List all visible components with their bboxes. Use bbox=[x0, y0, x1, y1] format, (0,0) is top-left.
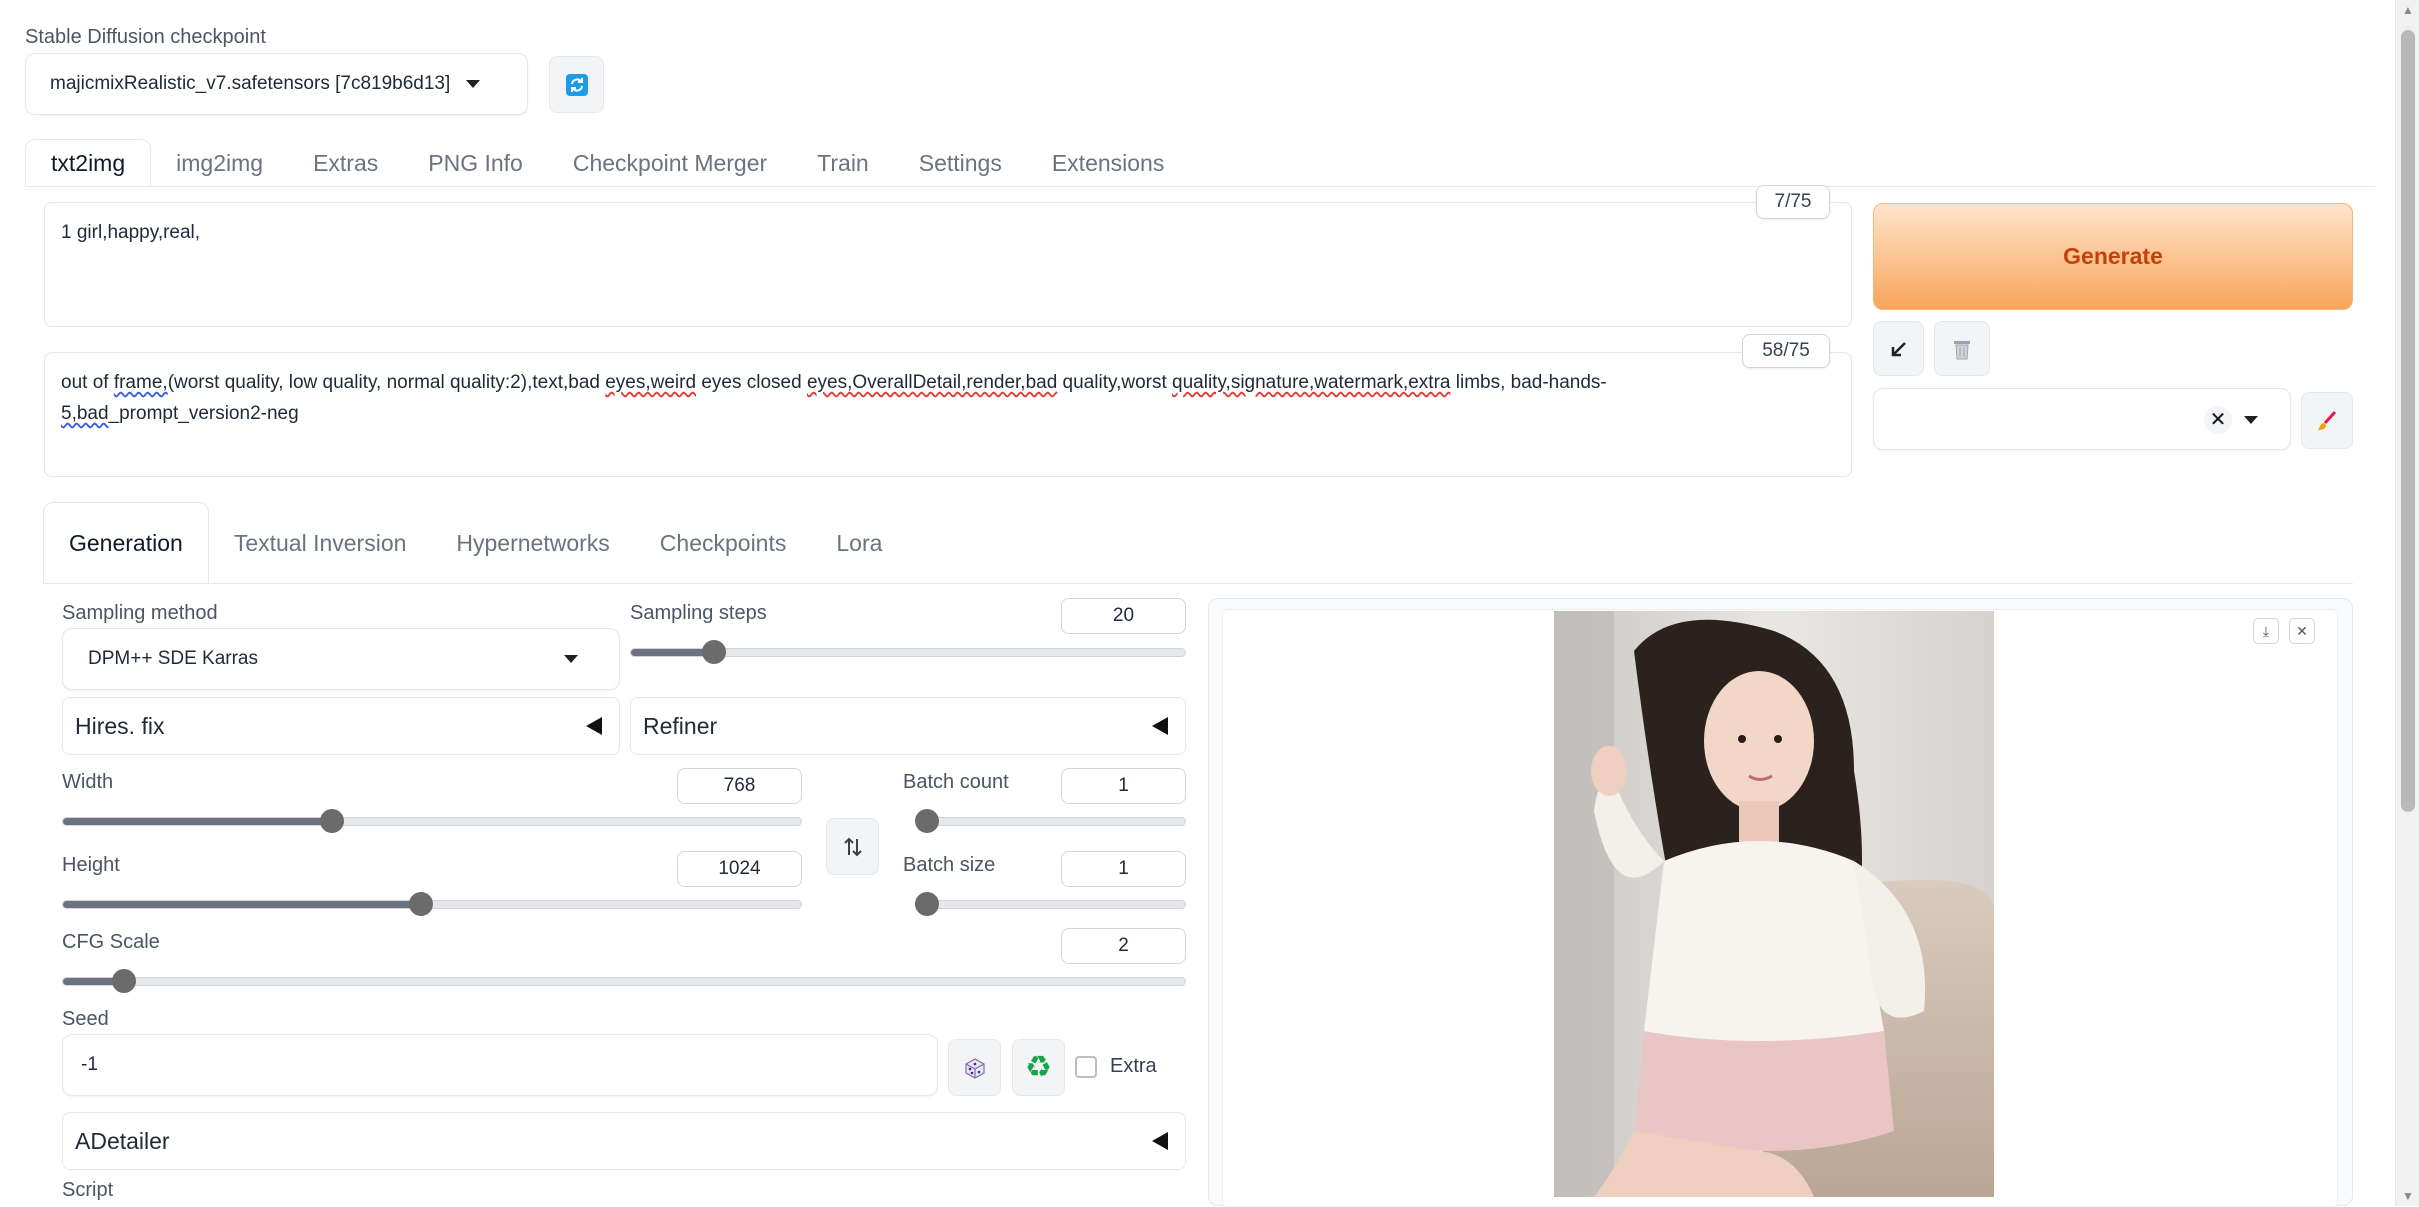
close-icon: ✕ bbox=[2296, 622, 2308, 639]
swap-dimensions-icon bbox=[843, 837, 862, 856]
sampling-steps-slider[interactable] bbox=[630, 637, 1186, 667]
sampling-steps-input[interactable]: 20 bbox=[1061, 598, 1186, 634]
negative-prompt-text: out of frame,(worst quality, low quality… bbox=[61, 372, 1607, 424]
adetailer-accordion[interactable]: ADetailer bbox=[62, 1112, 1186, 1170]
width-label: Width bbox=[62, 771, 114, 793]
clear-styles-icon[interactable]: ✕ bbox=[2204, 406, 2232, 434]
generate-button[interactable]: Generate bbox=[1873, 203, 2353, 310]
read-params-button[interactable] bbox=[1873, 321, 1924, 376]
read-params-icon bbox=[1891, 341, 1906, 356]
subtab-textual-inversion[interactable]: Textual Inversion bbox=[209, 502, 432, 584]
swap-dimensions-button[interactable] bbox=[826, 818, 879, 875]
cfg-scale-label: CFG Scale bbox=[62, 931, 160, 953]
extra-seed-label: Extra bbox=[1110, 1055, 1157, 1077]
slider-thumb[interactable] bbox=[701, 640, 726, 664]
generated-image[interactable] bbox=[1554, 611, 1994, 1197]
trash-icon bbox=[1954, 340, 1970, 359]
reuse-seed-button[interactable]: ♻ bbox=[1012, 1039, 1065, 1096]
batch-size-label: Batch size bbox=[903, 854, 996, 876]
prompt-token-counter: 7/75 bbox=[1756, 185, 1830, 219]
output-gallery: ⤓ ✕ bbox=[1208, 598, 2353, 1207]
refresh-icon bbox=[565, 73, 588, 96]
width-slider[interactable] bbox=[62, 806, 802, 836]
hires-fix-label: Hires. fix bbox=[75, 712, 165, 739]
tab-divider bbox=[25, 186, 2375, 187]
seed-label: Seed bbox=[62, 1008, 109, 1030]
checkpoint-value: majicmixRealistic_v7.safetensors [7c819b… bbox=[50, 73, 451, 94]
cfg-scale-slider[interactable] bbox=[62, 966, 1186, 996]
refresh-checkpoint-button[interactable] bbox=[549, 56, 604, 113]
slider-thumb[interactable] bbox=[409, 892, 434, 916]
subtab-generation[interactable]: Generation bbox=[43, 502, 209, 584]
sampling-method-value: DPM++ SDE Karras bbox=[88, 648, 258, 669]
download-image-button[interactable]: ⤓ bbox=[2253, 618, 2279, 644]
slider-thumb[interactable] bbox=[111, 969, 136, 993]
slider-thumb[interactable] bbox=[915, 809, 939, 833]
close-image-button[interactable]: ✕ bbox=[2289, 618, 2315, 644]
slider-thumb[interactable] bbox=[319, 809, 344, 833]
script-label: Script bbox=[62, 1179, 114, 1201]
height-input[interactable]: 1024 bbox=[677, 851, 802, 887]
chevron-down-icon bbox=[2244, 416, 2258, 424]
sampling-method-dropdown[interactable]: DPM++ SDE Karras bbox=[62, 628, 620, 690]
tab-img2img[interactable]: img2img bbox=[151, 139, 288, 187]
batch-count-input[interactable]: 1 bbox=[1061, 768, 1186, 804]
scroll-up-icon[interactable]: ▲ bbox=[2400, 2, 2416, 18]
batch-count-slider[interactable] bbox=[915, 806, 1186, 836]
extra-seed-checkbox[interactable] bbox=[1075, 1056, 1097, 1078]
subtab-checkpoints[interactable]: Checkpoints bbox=[635, 502, 812, 584]
hires-fix-accordion[interactable]: Hires. fix bbox=[62, 697, 620, 755]
cfg-scale-input[interactable]: 2 bbox=[1061, 928, 1186, 964]
chevron-down-icon bbox=[564, 655, 578, 663]
prompt-textarea[interactable]: 1 girl,happy,real, bbox=[44, 202, 1852, 327]
refiner-label: Refiner bbox=[643, 712, 718, 739]
tab-settings[interactable]: Settings bbox=[894, 139, 1027, 187]
height-label: Height bbox=[62, 854, 120, 876]
recycle-icon: ♻ bbox=[1025, 1050, 1052, 1084]
subtab-hypernetworks[interactable]: Hypernetworks bbox=[431, 502, 634, 584]
prompt-text: 1 girl,happy,real, bbox=[61, 222, 201, 243]
tab-txt2img[interactable]: txt2img bbox=[25, 139, 152, 187]
negative-prompt-textarea[interactable]: out of frame,(worst quality, low quality… bbox=[44, 352, 1852, 477]
download-icon: ⤓ bbox=[2262, 622, 2270, 639]
scrollbar-thumb[interactable] bbox=[2401, 30, 2415, 812]
styles-dropdown[interactable]: ✕ bbox=[1873, 388, 2291, 450]
edit-styles-button[interactable] bbox=[2301, 392, 2353, 449]
extra-networks-tabs: Generation Textual Inversion Hypernetwor… bbox=[43, 502, 907, 584]
webui-page: Stable Diffusion checkpoint majicmixReal… bbox=[0, 0, 2395, 1207]
gallery-frame: ⤓ ✕ bbox=[1222, 609, 2338, 1207]
height-slider[interactable] bbox=[62, 889, 802, 919]
batch-size-slider[interactable] bbox=[915, 889, 1186, 919]
dice-icon bbox=[964, 1057, 985, 1079]
sampling-method-label: Sampling method bbox=[62, 602, 218, 624]
collapse-triangle-icon bbox=[1152, 1132, 1168, 1150]
batch-size-input[interactable]: 1 bbox=[1061, 851, 1186, 887]
adetailer-label: ADetailer bbox=[75, 1127, 170, 1154]
tab-extras[interactable]: Extras bbox=[288, 139, 403, 187]
tab-png-info[interactable]: PNG Info bbox=[403, 139, 548, 187]
checkpoint-dropdown[interactable]: majicmixRealistic_v7.safetensors [7c819b… bbox=[25, 53, 528, 115]
collapse-triangle-icon bbox=[1152, 717, 1168, 735]
chevron-down-icon bbox=[466, 80, 481, 88]
sampling-steps-label: Sampling steps bbox=[630, 602, 767, 624]
width-input[interactable]: 768 bbox=[677, 768, 802, 804]
batch-count-label: Batch count bbox=[903, 771, 1009, 793]
page-scrollbar[interactable]: ▲ ▼ bbox=[2395, 0, 2419, 1206]
slider-thumb[interactable] bbox=[915, 892, 939, 916]
checkpoint-label: Stable Diffusion checkpoint bbox=[25, 26, 266, 48]
tab-extensions[interactable]: Extensions bbox=[1027, 139, 1190, 187]
refiner-accordion[interactable]: Refiner bbox=[630, 697, 1186, 755]
random-seed-button[interactable] bbox=[948, 1039, 1001, 1096]
subtab-lora[interactable]: Lora bbox=[811, 502, 907, 584]
clear-prompt-button[interactable] bbox=[1934, 321, 1990, 376]
seed-input[interactable]: -1 bbox=[62, 1034, 938, 1096]
tab-train[interactable]: Train bbox=[792, 139, 894, 187]
brush-icon bbox=[2318, 410, 2337, 430]
subtabs-divider bbox=[43, 583, 2353, 584]
tab-checkpoint-merger[interactable]: Checkpoint Merger bbox=[548, 139, 792, 187]
negative-prompt-token-counter: 58/75 bbox=[1742, 334, 1830, 368]
main-tabs: txt2img img2img Extras PNG Info Checkpoi… bbox=[25, 139, 1189, 187]
collapse-triangle-icon bbox=[586, 717, 602, 735]
scroll-down-icon[interactable]: ▼ bbox=[2400, 1188, 2416, 1204]
